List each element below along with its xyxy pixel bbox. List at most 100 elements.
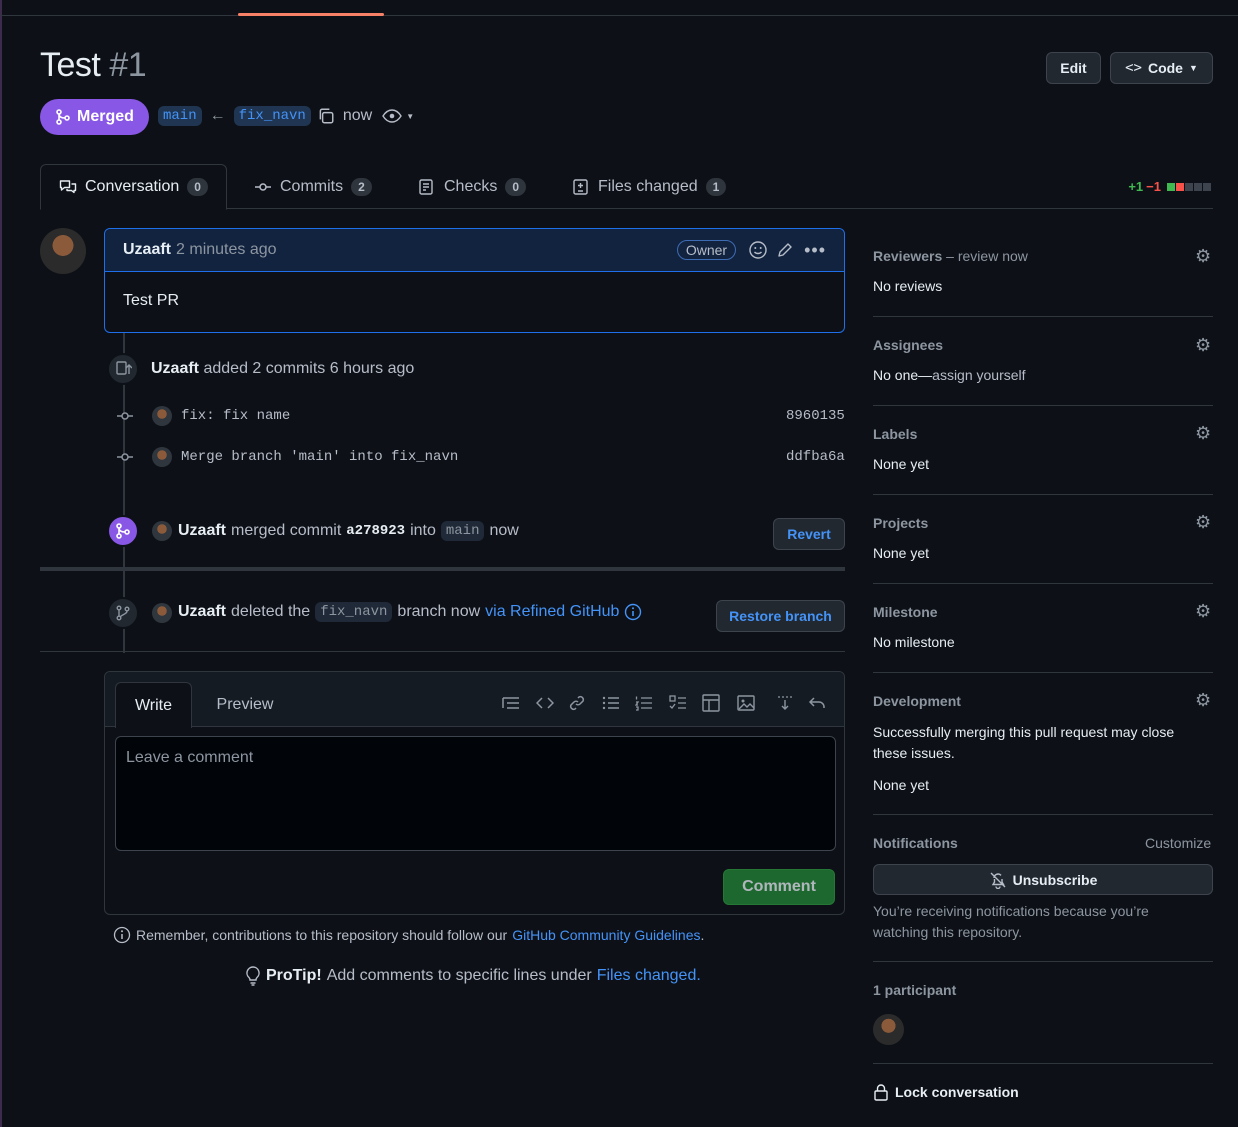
gear-icon[interactable]: ⚙	[1195, 335, 1211, 356]
avatar[interactable]	[152, 447, 172, 467]
code-button[interactable]: <> Code ▼	[1110, 52, 1213, 84]
smiley-icon[interactable]	[748, 240, 768, 260]
window-edge	[0, 0, 2, 1127]
participants-title: 1 participant	[873, 982, 957, 998]
table-icon[interactable]	[701, 693, 721, 713]
pencil-icon[interactable]	[776, 241, 794, 259]
avatar[interactable]	[152, 521, 172, 541]
avatar[interactable]	[152, 603, 172, 623]
comment-textarea[interactable]: Leave a comment	[115, 736, 836, 851]
tab-files-changed[interactable]: Files changed 1	[572, 164, 727, 209]
commit-sha[interactable]: ddfba6a	[786, 449, 845, 465]
guidelines-note: Remember, contributions to this reposito…	[113, 926, 704, 944]
event-time[interactable]: now	[489, 522, 518, 540]
commit-message[interactable]: Merge branch 'main' into fix_navn	[181, 449, 458, 465]
milestone-title[interactable]: Milestone	[873, 604, 938, 620]
guidelines-link[interactable]: GitHub Community Guidelines	[512, 927, 700, 943]
sidebar-divider	[873, 672, 1213, 673]
task-list-icon[interactable]	[668, 693, 688, 713]
code-icon: <>	[1125, 60, 1142, 76]
tab-conversation[interactable]: Conversation 0	[40, 164, 227, 210]
pr-tabs: Conversation 0 Commits 2 Checks 0 Files …	[40, 164, 1213, 210]
owner-badge: Owner	[676, 240, 737, 260]
avatar[interactable]	[152, 406, 172, 426]
restore-branch-button[interactable]: Restore branch	[716, 600, 845, 632]
sidebar-divider	[873, 961, 1213, 962]
reply-icon[interactable]	[807, 693, 827, 713]
customize-link[interactable]: Customize	[1145, 835, 1211, 851]
labels-title[interactable]: Labels	[873, 426, 917, 442]
edit-button[interactable]: Edit	[1046, 52, 1101, 84]
lock-conversation-button[interactable]: Lock conversation	[873, 1083, 1019, 1101]
diffstat-additions: +1	[1128, 179, 1144, 194]
avatar[interactable]	[40, 228, 86, 274]
participant-avatar[interactable]	[873, 1014, 904, 1045]
merge-commit-sha[interactable]: a278923	[346, 523, 405, 539]
image-icon[interactable]	[736, 693, 756, 713]
review-now-link[interactable]: – review now	[946, 248, 1028, 264]
projects-value: None yet	[873, 545, 930, 561]
file-diff-icon	[573, 178, 588, 195]
unordered-list-icon[interactable]	[601, 693, 621, 713]
kebab-horizontal-icon[interactable]: •••	[804, 240, 826, 261]
revert-button[interactable]: Revert	[773, 518, 845, 550]
tab-label: Commits	[280, 177, 344, 195]
top-nav-border	[0, 15, 1238, 16]
comment-header: Uzaaft 2 minutes ago Owner •••	[105, 229, 844, 272]
copy-icon[interactable]	[317, 107, 335, 125]
active-nav-indicator	[238, 13, 384, 16]
files-changed-link[interactable]: Files changed	[597, 967, 697, 985]
comment-author[interactable]: Uzaaft	[123, 241, 171, 259]
sidebar-divider	[873, 814, 1213, 815]
development-title[interactable]: Development	[873, 693, 961, 709]
preview-label: Preview	[216, 696, 274, 713]
sidebar-reviewers-title[interactable]: Reviewers – review now	[873, 248, 1028, 264]
commit-message[interactable]: fix: fix name	[181, 408, 290, 424]
event-author[interactable]: Uzaaft	[178, 603, 226, 621]
tab-checks[interactable]: Checks 0	[418, 164, 527, 209]
unsubscribe-button[interactable]: Unsubscribe	[873, 864, 1213, 895]
caret-down-icon[interactable]: ▼	[406, 112, 414, 121]
link-icon[interactable]	[567, 693, 587, 713]
commit-dot-icon	[117, 449, 133, 468]
pr-description-comment: Uzaaft 2 minutes ago Owner ••• Test PR	[104, 228, 845, 333]
head-branch[interactable]: fix_navn	[233, 106, 311, 126]
tab-write[interactable]: Write	[115, 682, 192, 728]
tab-preview[interactable]: Preview	[205, 682, 285, 728]
assignees-title[interactable]: Assignees	[873, 337, 943, 353]
commits-event: Uzaaft added 2 commits 6 hours ago	[151, 360, 414, 378]
commit-sha[interactable]: 8960135	[786, 408, 845, 424]
merge-target-branch[interactable]: main	[440, 521, 485, 541]
sidebar-divider	[873, 494, 1213, 495]
info-icon[interactable]	[624, 603, 642, 621]
timeline-divider	[40, 651, 845, 652]
heading-icon[interactable]	[501, 693, 521, 713]
gear-icon[interactable]: ⚙	[1195, 512, 1211, 533]
comment-time[interactable]: 2 minutes ago	[176, 241, 277, 259]
write-label: Write	[134, 696, 173, 714]
eye-icon[interactable]	[382, 108, 403, 124]
projects-title[interactable]: Projects	[873, 515, 928, 531]
gear-icon[interactable]: ⚙	[1195, 601, 1211, 622]
assign-yourself-link[interactable]: assign yourself	[932, 367, 1025, 383]
gear-icon[interactable]: ⚙	[1195, 690, 1211, 711]
gear-icon[interactable]: ⚙	[1195, 246, 1211, 267]
caret-down-icon: ▼	[1188, 63, 1198, 73]
base-branch[interactable]: main	[158, 106, 202, 126]
code-icon[interactable]	[535, 693, 555, 713]
tab-commits[interactable]: Commits 2	[254, 164, 372, 209]
event-author[interactable]: Uzaaft	[178, 522, 226, 540]
ordered-list-icon[interactable]	[634, 693, 654, 713]
refined-github-link[interactable]: via Refined GitHub	[485, 603, 619, 621]
tab-counter: 0	[505, 177, 527, 196]
bell-slash-icon	[990, 872, 1006, 889]
commit-icon	[255, 182, 271, 191]
reviewers-value: No reviews	[873, 278, 943, 294]
fold-down-icon[interactable]	[775, 693, 795, 713]
comment-submit-button[interactable]: Comment	[723, 869, 835, 905]
event-author[interactable]: Uzaaft	[151, 360, 199, 377]
tab-label: Conversation	[85, 178, 180, 195]
gear-icon[interactable]: ⚙	[1195, 423, 1211, 444]
tab-counter: 2	[351, 177, 372, 196]
comment-body: Test PR	[123, 292, 180, 309]
